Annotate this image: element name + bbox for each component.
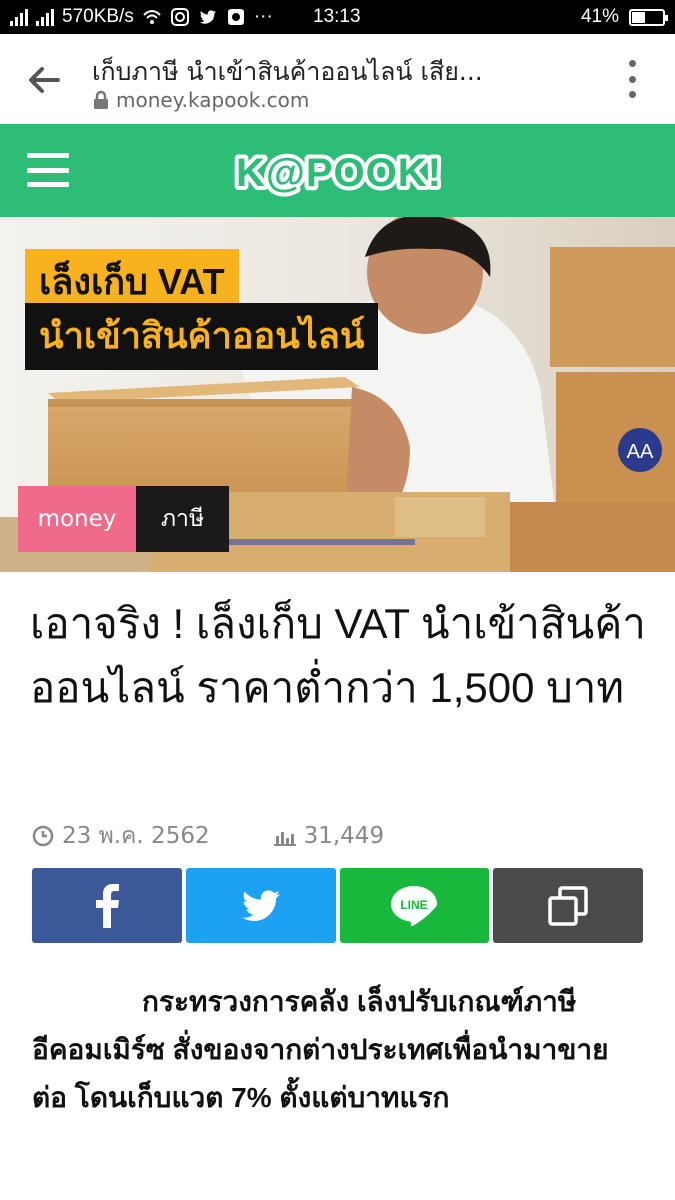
line-share-button[interactable]: LINE (339, 868, 490, 943)
more-notifications-icon: ··· (253, 6, 273, 27)
box-label: AA (627, 441, 654, 463)
copy-link-button[interactable] (493, 868, 643, 943)
site-header: K@POOK! (0, 124, 675, 217)
date-text: 23 พ.ค. 2562 (62, 823, 210, 849)
category-money-tag[interactable]: money (18, 486, 136, 552)
article-meta: 23 พ.ค. 2562 31,449 (32, 818, 384, 854)
battery-percent: 41% (580, 6, 619, 27)
clock-icon (32, 825, 54, 847)
kapook-logo[interactable]: K@POOK! (218, 142, 460, 200)
battery-icon (629, 8, 668, 26)
share-buttons: LINE (32, 868, 643, 943)
copy-icon (548, 885, 588, 926)
views-count: 31,449 (303, 823, 385, 849)
hero-image[interactable]: AA เล็งเก็บ VAT นำเข้าสินค้าออนไลน์ mone… (0, 217, 675, 572)
twitter-share-button[interactable] (185, 868, 336, 943)
facebook-share-button[interactable] (32, 868, 182, 943)
twitter-status-icon (199, 10, 216, 24)
twitter-icon (241, 889, 280, 921)
clock: 13:13 (313, 6, 361, 27)
app-notification-icon (227, 9, 244, 25)
hero-tag-import: นำเข้าสินค้าออนไลน์ (25, 303, 379, 370)
hamburger-menu-icon[interactable] (27, 153, 69, 187)
signal-icon (10, 8, 28, 26)
line-icon-label: LINE (401, 898, 428, 912)
lock-icon (94, 90, 108, 109)
article-date: 23 พ.ค. 2562 (32, 818, 210, 854)
network-speed: 570KB/s (62, 6, 134, 27)
browser-toolbar: เก็บภาษี นำเข้าสินค้าออนไลน์ เสีย... mon… (0, 34, 675, 124)
line-icon: LINE (391, 885, 438, 926)
wifi-icon (143, 10, 161, 24)
facebook-icon (95, 883, 119, 928)
url-bar[interactable]: money.kapook.com (92, 88, 309, 112)
article-views: 31,449 (273, 823, 385, 849)
article-lead: กระทรวงการคลัง เล็งปรับเกณฑ์ภาษีอีคอมเมิ… (32, 986, 609, 1113)
category-tax-tag[interactable]: ภาษี (136, 486, 229, 552)
status-left: 570KB/s ··· (10, 6, 273, 28)
browser-menu-icon[interactable] (625, 60, 639, 98)
browser-page-title[interactable]: เก็บภาษี นำเข้าสินค้าออนไลน์ เสีย... (92, 52, 542, 92)
article-headline: เอาจริง ! เล็งเก็บ VAT นำเข้าสินค้าออนไล… (30, 600, 646, 711)
bar-chart-icon (273, 832, 296, 846)
battery-fill (632, 11, 646, 23)
back-arrow-icon[interactable] (24, 60, 64, 100)
status-bar: 570KB/s ··· 13:13 41% (0, 0, 675, 34)
svg-text:K@POOK!: K@POOK! (236, 151, 442, 195)
signal-2-icon (36, 8, 54, 26)
url-text: money.kapook.com (116, 88, 310, 112)
status-right: 41% (580, 6, 668, 28)
instagram-icon (170, 8, 189, 26)
